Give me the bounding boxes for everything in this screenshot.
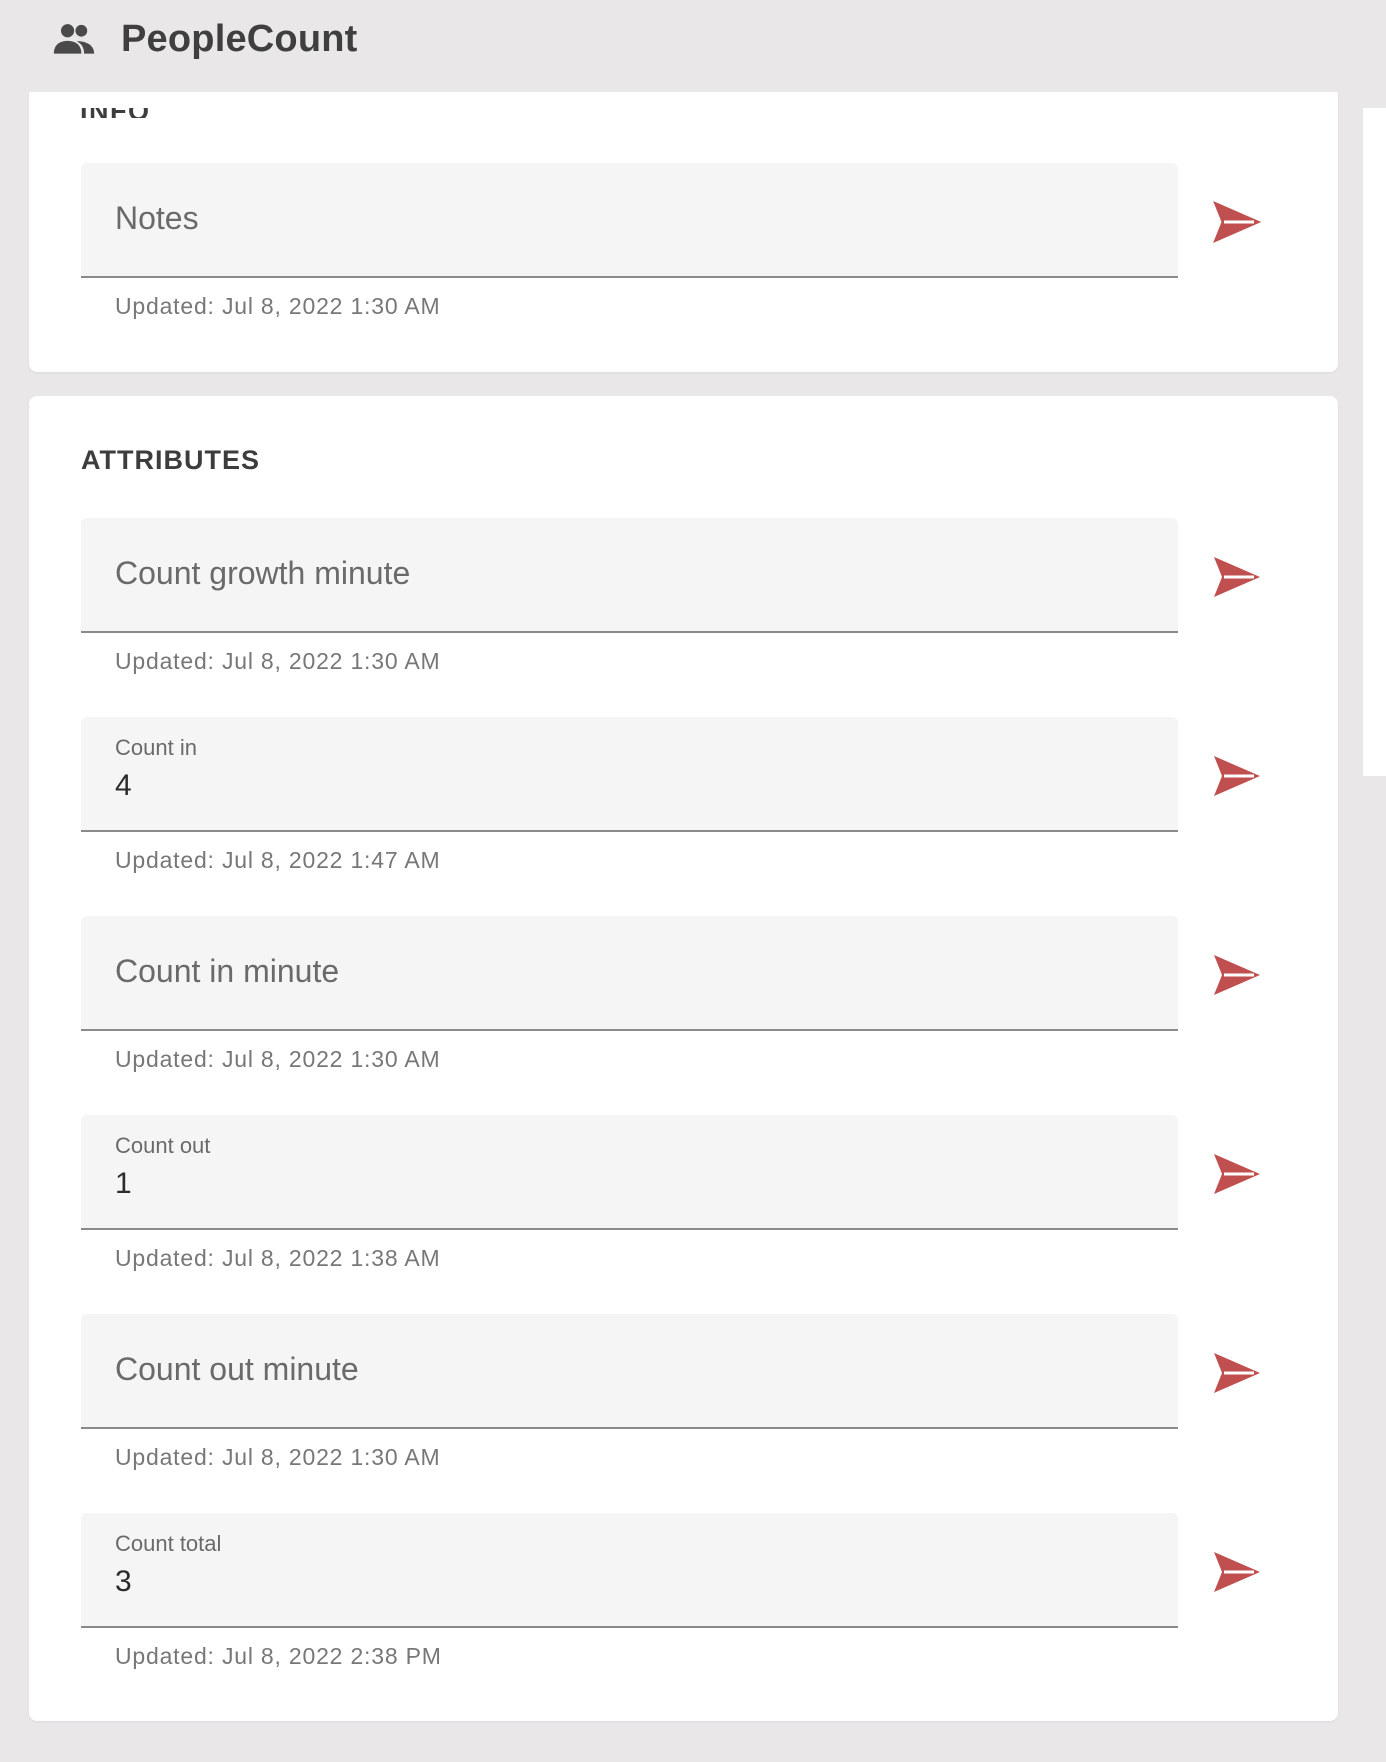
field-value: 3 [115, 1565, 132, 1598]
send-icon[interactable] [1212, 953, 1262, 997]
updated-timestamp: Updated: Jul 8, 2022 1:30 AM [115, 648, 441, 674]
field-label: Count total [115, 1531, 222, 1556]
send-icon[interactable] [1212, 200, 1262, 244]
app-title: PeopleCount [121, 18, 358, 60]
updated-timestamp: Updated: Jul 8, 2022 1:38 AM [115, 1245, 441, 1271]
updated-timestamp: Updated: Jul 8, 2022 1:47 AM [115, 847, 441, 873]
updated-timestamp: Updated: Jul 8, 2022 1:30 AM [115, 1046, 441, 1072]
attributes-section-title: ATTRIBUTES [81, 445, 260, 475]
field-value: 4 [115, 769, 132, 802]
count-out-field[interactable]: Count out 1 [81, 1115, 1178, 1230]
send-icon[interactable] [1212, 1351, 1262, 1395]
updated-timestamp: Updated: Jul 8, 2022 1:30 AM [115, 293, 441, 319]
count-in-minute-field[interactable]: Count in minute [81, 916, 1178, 1031]
field-label: Count out minute [115, 1351, 359, 1387]
side-panel-edge [1363, 108, 1386, 776]
count-growth-minute-field[interactable]: Count growth minute [81, 518, 1178, 633]
send-icon[interactable] [1212, 754, 1262, 798]
count-total-field[interactable]: Count total 3 [81, 1513, 1178, 1628]
info-section-title: INFO [80, 108, 151, 118]
people-icon [53, 24, 95, 54]
count-out-minute-field[interactable]: Count out minute [81, 1314, 1178, 1429]
send-icon[interactable] [1212, 555, 1262, 599]
field-label: Count in minute [115, 953, 340, 989]
field-label: Count growth minute [115, 555, 411, 591]
field-label: Count out [115, 1133, 211, 1158]
count-in-field[interactable]: Count in 4 [81, 717, 1178, 832]
field-label: Notes [115, 200, 199, 236]
updated-timestamp: Updated: Jul 8, 2022 2:38 PM [115, 1643, 442, 1669]
send-icon[interactable] [1212, 1152, 1262, 1196]
field-value: 1 [115, 1167, 132, 1200]
send-icon[interactable] [1212, 1550, 1262, 1594]
updated-timestamp: Updated: Jul 8, 2022 1:30 AM [115, 1444, 441, 1470]
notes-field[interactable]: Notes [81, 163, 1178, 278]
field-label: Count in [115, 735, 197, 760]
